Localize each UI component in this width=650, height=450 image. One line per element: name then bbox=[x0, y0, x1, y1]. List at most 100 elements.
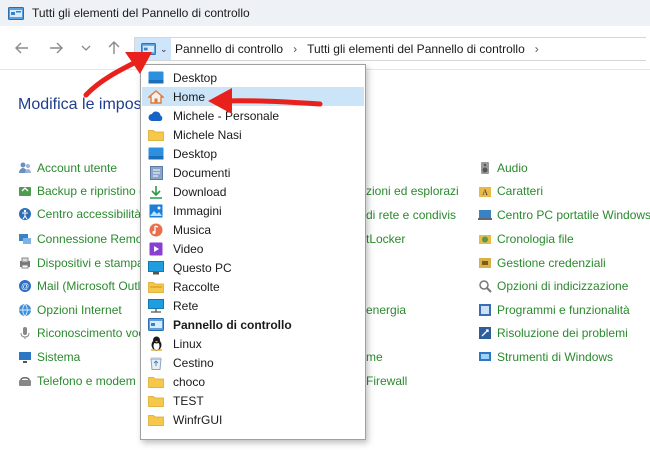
svg-text:@: @ bbox=[21, 282, 29, 291]
control-panel-item[interactable]: Audio bbox=[478, 159, 528, 177]
item-label[interactable]: Gestione credenziali bbox=[497, 256, 606, 270]
control-panel-item[interactable]: Sistema bbox=[18, 348, 80, 366]
control-panel-item[interactable]: zioni ed esplorazi bbox=[366, 182, 459, 200]
item-label[interactable]: Dispositivi e stampa bbox=[37, 256, 144, 270]
control-panel-item[interactable]: Centro accessibilità bbox=[18, 205, 141, 223]
dropdown-item-user-folder[interactable]: Michele Nasi bbox=[142, 125, 364, 144]
dropdown-item-this-pc[interactable]: Questo PC bbox=[142, 258, 364, 277]
page-title: Modifica le impost bbox=[18, 96, 147, 113]
control-panel-item[interactable]: me bbox=[366, 348, 383, 366]
control-panel-item[interactable]: di rete e condivis bbox=[366, 206, 456, 224]
item-label[interactable]: zioni ed esplorazi bbox=[366, 184, 459, 198]
breadcrumb-chevron-icon[interactable]: › bbox=[529, 42, 545, 56]
breadcrumb-chevron-icon[interactable]: › bbox=[287, 42, 303, 56]
dropdown-item-recycle-bin[interactable]: Cestino bbox=[142, 353, 364, 372]
control-panel-item[interactable]: Backup e ripristino (W bbox=[18, 182, 154, 200]
item-label[interactable]: Mail (Microsoft Outl bbox=[37, 279, 140, 293]
folder-icon bbox=[148, 413, 164, 427]
credential-manager-icon bbox=[479, 258, 491, 268]
dropdown-item-desktop[interactable]: Desktop bbox=[142, 68, 364, 87]
item-label[interactable]: Centro PC portatile Windows bbox=[497, 208, 650, 222]
dropdown-item-folder[interactable]: choco bbox=[142, 372, 364, 391]
item-label[interactable]: Sistema bbox=[37, 350, 80, 364]
address-bar[interactable]: ⌄ Pannello di controllo › Tutti gli elem… bbox=[134, 37, 646, 61]
dropdown-item-network[interactable]: Rete bbox=[142, 296, 364, 315]
dropdown-item-desktop-folder[interactable]: Desktop bbox=[142, 144, 364, 163]
control-panel-item[interactable]: energia bbox=[366, 301, 406, 319]
item-label[interactable]: Opzioni di indicizzazione bbox=[497, 279, 628, 293]
dropdown-item-folder[interactable]: TEST bbox=[142, 391, 364, 410]
control-panel-item[interactable]: Account utente bbox=[18, 159, 117, 177]
item-label[interactable]: Connessione Remote bbox=[37, 232, 152, 246]
chevron-down-icon[interactable]: ⌄ bbox=[160, 44, 168, 55]
network-icon bbox=[148, 298, 164, 313]
item-label[interactable]: Account utente bbox=[37, 161, 117, 175]
dropdown-item-documents[interactable]: Documenti bbox=[142, 163, 364, 182]
item-label[interactable]: Opzioni Internet bbox=[37, 303, 122, 317]
control-panel-item[interactable]: Gestione credenziali bbox=[478, 254, 606, 272]
item-label[interactable]: Strumenti di Windows bbox=[497, 350, 613, 364]
control-panel-item[interactable]: Programmi e funzionalità bbox=[478, 301, 630, 319]
dropdown-item-linux[interactable]: Linux bbox=[142, 334, 364, 353]
address-location-button[interactable]: ⌄ bbox=[135, 38, 171, 60]
control-panel-item[interactable]: Strumenti di Windows bbox=[478, 348, 613, 366]
item-label[interactable]: Riconoscimento voc bbox=[37, 326, 144, 340]
control-panel-item[interactable]: Firewall bbox=[366, 372, 407, 390]
control-panel-item[interactable]: Centro PC portatile Windows bbox=[478, 206, 650, 224]
desktop-folder-icon bbox=[148, 147, 164, 161]
control-panel-item[interactable]: @ Mail (Microsoft Outl bbox=[18, 277, 140, 295]
item-label[interactable]: energia bbox=[366, 303, 406, 317]
dropdown-item-onedrive[interactable]: Michele - Personale bbox=[142, 106, 364, 125]
dropdown-item-libraries[interactable]: Raccolte bbox=[142, 277, 364, 296]
item-label[interactable]: Programmi e funzionalità bbox=[497, 303, 630, 317]
item-label[interactable]: Cronologia file bbox=[497, 232, 574, 246]
video-icon bbox=[148, 242, 164, 256]
item-label[interactable]: di rete e condivis bbox=[366, 208, 456, 222]
control-panel-item[interactable]: tLocker bbox=[366, 230, 405, 248]
recycle-bin-icon bbox=[148, 356, 164, 370]
this-pc-icon bbox=[148, 260, 164, 275]
dropdown-item-pictures[interactable]: Immagini bbox=[142, 201, 364, 220]
control-panel-item[interactable]: Cronologia file bbox=[478, 230, 574, 248]
item-label[interactable]: Backup e ripristino (W bbox=[37, 184, 154, 198]
control-panel-item[interactable]: Connessione Remote bbox=[18, 230, 152, 248]
control-panel-item[interactable]: Risoluzione dei problemi bbox=[478, 324, 628, 342]
dropdown-item-home[interactable]: Home bbox=[142, 87, 364, 106]
forward-arrow-icon[interactable] bbox=[46, 38, 66, 58]
recent-locations-chevron-icon[interactable] bbox=[76, 38, 96, 58]
item-label[interactable]: Centro accessibilità bbox=[37, 207, 141, 221]
item-label[interactable]: Audio bbox=[497, 161, 528, 175]
dropdown-item-video[interactable]: Video bbox=[142, 239, 364, 258]
item-label[interactable]: tLocker bbox=[366, 232, 405, 246]
control-panel-item[interactable]: Opzioni di indicizzazione bbox=[478, 277, 628, 295]
control-panel-item[interactable]: Telefono e modem bbox=[18, 372, 136, 390]
control-panel-item[interactable]: Dispositivi e stampa bbox=[18, 254, 144, 272]
item-label[interactable]: Risoluzione dei problemi bbox=[497, 326, 628, 340]
troubleshooting-icon bbox=[479, 327, 491, 339]
control-panel-item[interactable]: A Caratteri bbox=[478, 182, 543, 200]
item-label[interactable]: Firewall bbox=[366, 374, 407, 388]
item-label[interactable]: Caratteri bbox=[497, 184, 543, 198]
location-dropdown-menu: Desktop Home Michele - Personale Michele… bbox=[140, 64, 366, 440]
breadcrumb-item[interactable]: Pannello di controllo bbox=[171, 42, 287, 56]
pictures-icon bbox=[148, 204, 164, 218]
back-arrow-icon[interactable] bbox=[12, 38, 32, 58]
breadcrumb-item[interactable]: Tutti gli elementi del Pannello di contr… bbox=[303, 42, 529, 56]
dropdown-item-folder[interactable]: WinfrGUI bbox=[142, 410, 364, 429]
control-panel-icon bbox=[8, 6, 24, 20]
speaker-icon bbox=[481, 162, 489, 174]
up-arrow-icon[interactable] bbox=[104, 38, 124, 58]
control-panel-item[interactable]: Opzioni Internet bbox=[18, 301, 122, 319]
dropdown-item-music[interactable]: Musica bbox=[142, 220, 364, 239]
music-icon bbox=[148, 223, 164, 237]
item-label[interactable]: me bbox=[366, 350, 383, 364]
dropdown-item-control-panel[interactable]: Pannello di controllo bbox=[142, 315, 364, 334]
system-icon bbox=[19, 352, 31, 363]
windows-tools-icon bbox=[479, 352, 491, 361]
item-label[interactable]: Telefono e modem bbox=[37, 374, 136, 388]
dropdown-item-download[interactable]: Download bbox=[142, 182, 364, 201]
control-panel-item[interactable]: Riconoscimento voc bbox=[18, 324, 144, 342]
onedrive-cloud-icon bbox=[148, 109, 164, 123]
home-icon bbox=[148, 89, 164, 104]
devices-printers-icon bbox=[20, 257, 30, 269]
